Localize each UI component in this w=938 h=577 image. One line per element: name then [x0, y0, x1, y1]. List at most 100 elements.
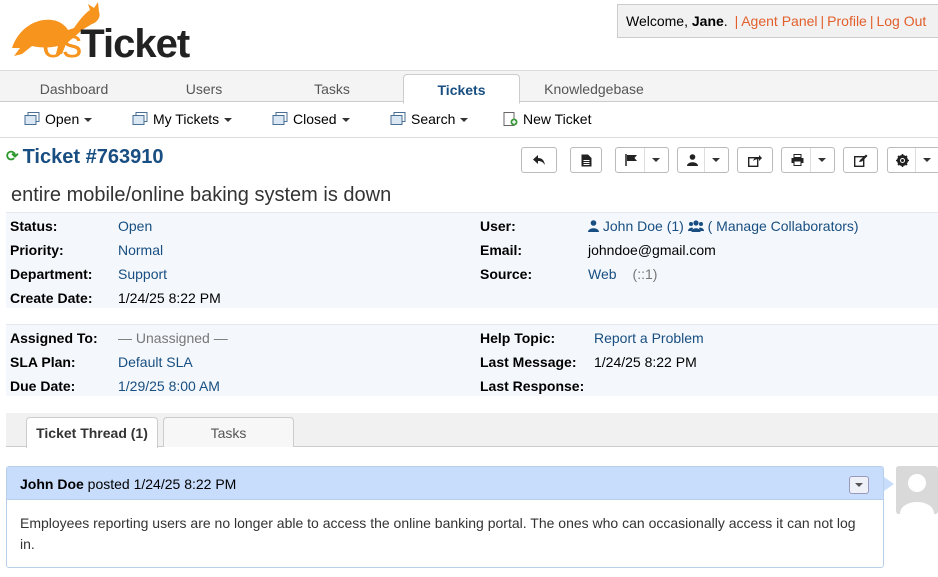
priority-label: Priority:: [10, 242, 64, 258]
subnav-open[interactable]: Open: [24, 111, 93, 127]
assign-dropdown-button[interactable]: [677, 147, 729, 173]
user-value: John Doe (1) ( Manage Collaborators): [588, 218, 859, 234]
ticket-title: ⟳ Ticket #763910: [6, 146, 163, 169]
tickets-icon: [272, 112, 288, 125]
tab-ticket-thread[interactable]: Ticket Thread (1): [26, 417, 158, 448]
caret-down-icon: [711, 158, 720, 162]
manage-collaborators-link[interactable]: ( Manage Collaborators): [708, 218, 859, 234]
tab-thread-tasks[interactable]: Tasks: [163, 417, 294, 447]
tab-users[interactable]: Users: [148, 71, 260, 103]
entry-options-button[interactable]: [849, 476, 869, 494]
tickets-icon: [390, 112, 406, 125]
source-value: Web: [588, 266, 617, 282]
tab-tasks[interactable]: Tasks: [276, 71, 388, 103]
sub-nav: Open My Tickets Closed Search New Ticket: [0, 102, 938, 138]
transfer-button[interactable]: [737, 147, 773, 173]
create-date-value: 1/24/25 8:22 PM: [118, 290, 221, 306]
department-value: Support: [118, 266, 168, 282]
default-avatar-icon: [896, 466, 938, 514]
user-label: User:: [480, 218, 516, 234]
caret-down-icon: [224, 118, 233, 122]
tickets-icon: [24, 112, 40, 125]
caret-down-icon: [855, 483, 863, 487]
ticket-subject: entire mobile/online baking system is do…: [11, 184, 392, 206]
last-message-label: Last Message:: [480, 354, 577, 370]
tab-knowledgebase[interactable]: Knowledgebase: [530, 71, 658, 103]
sla-value: Default SLA: [118, 354, 193, 370]
status-label: Status:: [10, 218, 58, 234]
thread-tabs: Ticket Thread (1) Tasks: [6, 413, 938, 448]
caret-down-icon: [817, 158, 826, 162]
help-topic-value: Report a Problem: [594, 330, 704, 346]
refresh-icon[interactable]: ⟳: [6, 148, 19, 165]
due-date-label: Due Date:: [10, 378, 76, 394]
logout-link[interactable]: Log Out: [876, 13, 926, 29]
print-dropdown-button[interactable]: [781, 147, 835, 173]
due-date-value: 1/29/25 8:00 AM: [118, 378, 220, 394]
separator: |: [820, 13, 825, 29]
caret-down-icon: [651, 158, 660, 162]
reply-button[interactable]: [521, 147, 557, 173]
priority-value: Normal: [118, 242, 164, 258]
caret-down-icon: [84, 118, 93, 122]
welcome-text: Welcome,: [626, 13, 692, 29]
source-label: Source:: [480, 266, 533, 282]
help-topic-label: Help Topic:: [480, 330, 556, 346]
user-info-bar: Welcome, Jane. | Agent Panel | Profile | Log …: [617, 4, 938, 38]
assigned-label: Assigned To:: [10, 330, 98, 346]
entry-author: John Doe: [20, 476, 84, 492]
entry-posted: posted 1/24/25 8:22 PM: [83, 476, 237, 492]
logo-os-text: os: [42, 22, 82, 66]
subnav-closed[interactable]: Closed: [272, 111, 350, 127]
caret-down-icon: [922, 158, 931, 162]
logo-wordmark: osTicket: [42, 22, 190, 67]
reply-icon: [533, 155, 545, 165]
osticket-logo[interactable]: osTicket: [4, 0, 214, 68]
agent-panel-link[interactable]: Agent Panel: [741, 13, 817, 29]
tab-dashboard[interactable]: Dashboard: [18, 71, 130, 103]
entry-pointer: [884, 477, 894, 491]
department-label: Department:: [10, 266, 93, 282]
document-icon: [581, 154, 591, 166]
subnav-my-tickets[interactable]: My Tickets: [132, 111, 233, 127]
email-value: johndoe@gmail.com: [588, 242, 716, 258]
caret-down-icon: [341, 118, 350, 122]
subnav-closed-label: Closed: [293, 111, 337, 127]
assigned-value: — Unassigned —: [118, 330, 228, 346]
email-label: Email:: [480, 242, 523, 258]
subnav-open-label: Open: [45, 111, 80, 127]
edit-icon: [853, 154, 867, 167]
thread-entry-header: John Doe posted 1/24/25 8:22 PM: [7, 467, 883, 500]
collaborators-icon: [687, 220, 704, 232]
user-name: Jane: [691, 13, 724, 29]
welcome-suffix: .: [723, 13, 732, 29]
subnav-search[interactable]: Search: [390, 111, 469, 127]
main-nav: Dashboard Users Tasks Tickets Knowledgeb…: [0, 70, 938, 104]
user-ticket-count[interactable]: (1): [667, 218, 684, 234]
divider: [703, 148, 705, 172]
divider: [914, 148, 916, 172]
create-date-label: Create Date:: [10, 290, 93, 306]
profile-link[interactable]: Profile: [827, 13, 867, 29]
source-ip: (::1): [632, 266, 658, 282]
subnav-new-ticket[interactable]: New Ticket: [502, 111, 591, 127]
user-icon: [686, 154, 698, 166]
more-settings-dropdown[interactable]: [887, 147, 938, 173]
caret-down-icon: [460, 118, 469, 122]
print-icon: [791, 154, 803, 166]
new-ticket-icon: [503, 112, 518, 126]
status-value: Open: [118, 218, 153, 234]
logo-ticket-text: Ticket: [80, 22, 190, 66]
header: osTicket Welcome, Jane. | Agent Panel | Pro…: [0, 0, 938, 70]
thread-entry: John Doe posted 1/24/25 8:22 PM Employee…: [6, 466, 894, 568]
user-name-link[interactable]: John Doe: [603, 218, 663, 234]
subnav-new-ticket-label: New Ticket: [523, 111, 592, 127]
edit-button[interactable]: [843, 147, 878, 173]
ticket-number[interactable]: Ticket #763910: [23, 146, 164, 168]
flag-dropdown-button[interactable]: [615, 147, 669, 173]
flag-icon: [624, 154, 637, 166]
print-note-button[interactable]: [570, 147, 602, 173]
divider: [809, 148, 811, 172]
tickets-icon: [132, 112, 148, 125]
tab-tickets[interactable]: Tickets: [403, 74, 520, 104]
